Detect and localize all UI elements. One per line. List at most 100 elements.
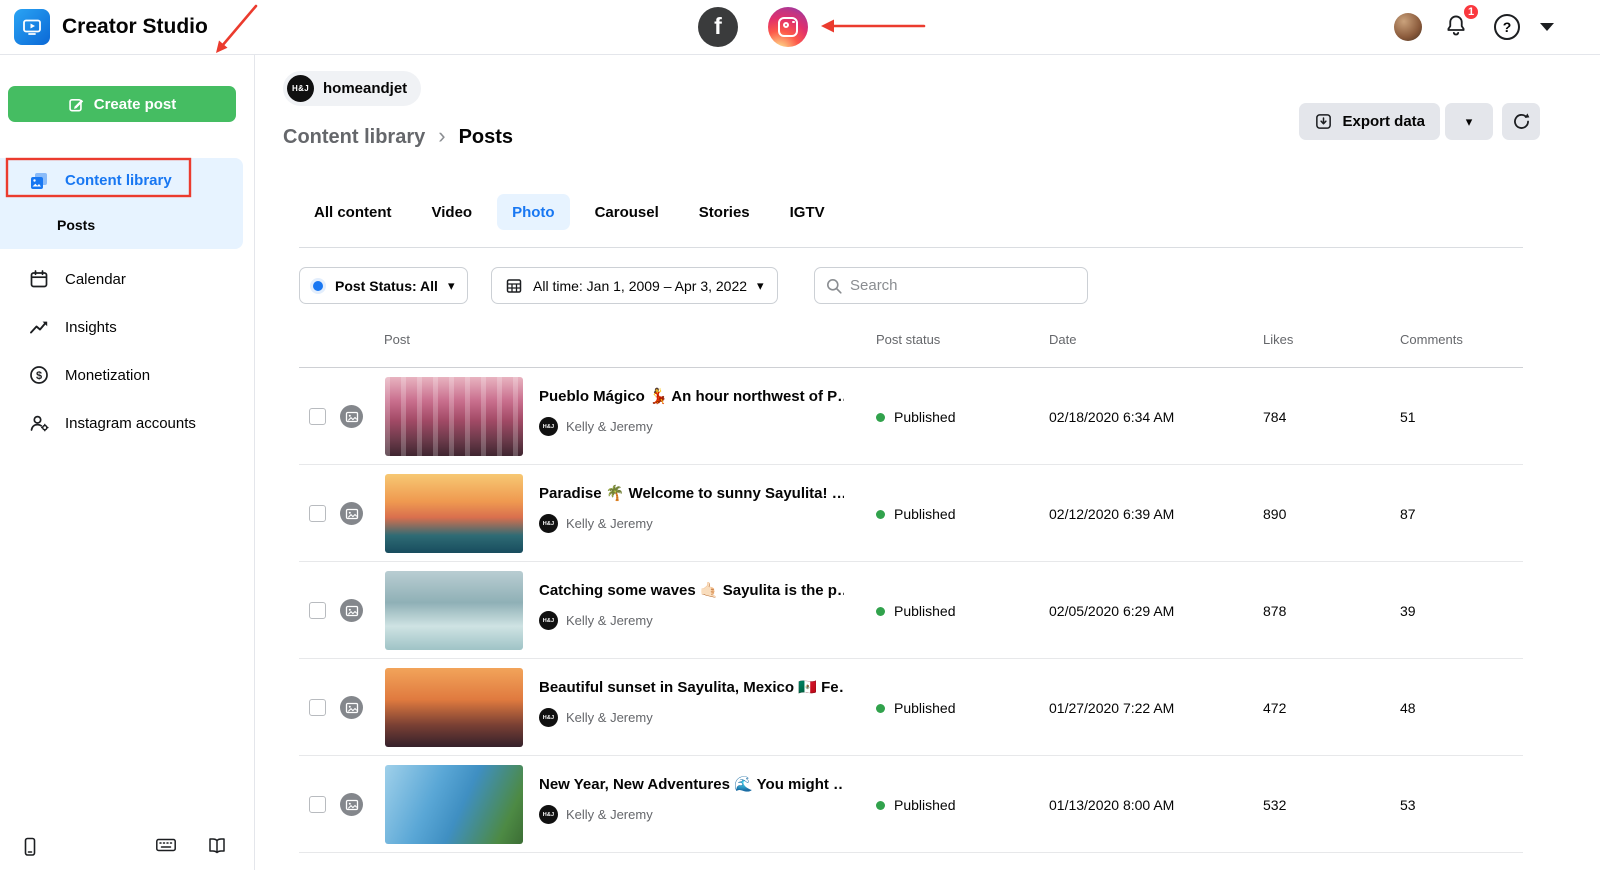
content-type-tabs: All content Video Photo Carousel Stories… <box>299 194 840 230</box>
download-icon <box>1316 114 1332 129</box>
sidebar-nav: Calendar Insights $ Monetization Instagr… <box>0 255 255 447</box>
sidebar-item-monetization[interactable]: $ Monetization <box>0 351 255 399</box>
table-header: Post Post status Date Likes Comments <box>299 332 1523 352</box>
brand[interactable]: Creator Studio <box>14 9 208 45</box>
post-date: 01/27/2020 7:22 AM <box>1049 700 1175 716</box>
author-name: Kelly & Jeremy <box>566 710 653 725</box>
author-avatar: H&J <box>539 514 558 533</box>
column-date: Date <box>1049 332 1077 347</box>
keyboard-icon[interactable] <box>155 836 177 854</box>
instagram-accounts-label: Instagram accounts <box>65 414 196 432</box>
author-avatar: H&J <box>539 417 558 436</box>
profile-avatar[interactable] <box>1394 13 1422 41</box>
instagram-accounts-icon <box>30 415 49 432</box>
refresh-button[interactable] <box>1502 103 1540 140</box>
breadcrumb-parent[interactable]: Content library <box>283 126 425 149</box>
tab-igtv[interactable]: IGTV <box>775 194 840 230</box>
date-range-label: All time: Jan 1, 2009 – Apr 3, 2022 <box>533 277 748 294</box>
calendar-icon <box>30 270 48 288</box>
post-title[interactable]: Pueblo Mágico 💃 An hour northwest of P… <box>539 387 844 405</box>
export-data-button[interactable]: Export data <box>1299 103 1440 140</box>
facebook-tab[interactable]: f <box>698 7 738 47</box>
post-author: H&J Kelly & Jeremy <box>539 805 859 824</box>
author-name: Kelly & Jeremy <box>566 613 653 628</box>
account-name: homeandjet <box>323 80 408 97</box>
account-menu-button[interactable] <box>1540 23 1554 31</box>
post-likes: 472 <box>1263 700 1287 716</box>
post-status: Published <box>876 409 956 425</box>
question-mark-icon: ? <box>1502 19 1512 35</box>
compose-icon <box>69 98 83 111</box>
photo-post-icon <box>340 696 363 719</box>
post-title-cell: Pueblo Mágico 💃 An hour northwest of P… … <box>539 387 859 436</box>
author-avatar: H&J <box>539 805 558 824</box>
photo-post-icon <box>340 405 363 428</box>
sidebar-item-posts[interactable]: Posts <box>0 203 243 247</box>
post-thumbnail[interactable] <box>385 377 523 456</box>
sidebar-item-insights[interactable]: Insights <box>0 303 255 351</box>
create-post-label: Create post <box>93 95 177 113</box>
tab-video[interactable]: Video <box>417 194 488 230</box>
post-date: 02/05/2020 6:29 AM <box>1049 603 1175 619</box>
post-likes: 532 <box>1263 797 1287 813</box>
instagram-tab[interactable] <box>768 7 808 47</box>
content-library-icon <box>31 172 47 189</box>
post-comments: 51 <box>1400 409 1416 425</box>
post-status-filter[interactable]: Post Status: All ▾ <box>299 267 469 304</box>
sidebar-item-content-library[interactable]: Content library <box>0 158 243 203</box>
content-library-label: Content library <box>65 172 172 189</box>
tab-photo[interactable]: Photo <box>497 194 570 230</box>
post-likes: 784 <box>1263 409 1287 425</box>
post-title[interactable]: Beautiful sunset in Sayulita, Mexico 🇲🇽 … <box>539 678 844 696</box>
breadcrumb: Content library › Posts <box>283 123 514 149</box>
calendar-label: Calendar <box>65 270 126 288</box>
create-post-button[interactable]: Create post <box>8 86 236 122</box>
post-comments: 87 <box>1400 506 1416 522</box>
export-options-button[interactable]: ▾ <box>1445 103 1493 140</box>
sidebar-item-instagram-accounts[interactable]: Instagram accounts <box>0 399 255 447</box>
post-thumbnail[interactable] <box>385 474 523 553</box>
column-likes: Likes <box>1263 332 1294 347</box>
post-thumbnail[interactable] <box>385 668 523 747</box>
tab-carousel[interactable]: Carousel <box>580 194 674 230</box>
header-actions: Export data ▾ <box>1299 103 1540 140</box>
help-button[interactable]: ? <box>1494 14 1520 40</box>
mobile-icon[interactable] <box>20 836 40 858</box>
post-title-cell: Beautiful sunset in Sayulita, Mexico 🇲🇽 … <box>539 678 859 727</box>
page-title: Posts <box>458 126 514 148</box>
row-checkbox[interactable] <box>309 699 326 716</box>
search-icon <box>827 278 842 294</box>
book-icon[interactable] <box>207 836 227 856</box>
date-range-filter[interactable]: All time: Jan 1, 2009 – Apr 3, 2022 ▾ <box>491 267 778 304</box>
post-author: H&J Kelly & Jeremy <box>539 611 859 630</box>
search-box[interactable] <box>814 267 1088 304</box>
post-title[interactable]: Paradise 🌴 Welcome to sunny Sayulita! … <box>539 484 844 502</box>
post-likes: 890 <box>1263 506 1287 522</box>
notifications-button[interactable]: 1 <box>1443 3 1480 41</box>
table-row: Pueblo Mágico 💃 An hour northwest of P… … <box>299 368 1523 465</box>
published-dot-icon <box>876 606 885 616</box>
account-chip[interactable]: H&J homeandjet <box>283 71 422 106</box>
column-post-status: Post status <box>876 332 941 347</box>
insights-icon <box>30 321 48 334</box>
sidebar: Create post Content library Posts Calend… <box>0 55 255 870</box>
tab-stories[interactable]: Stories <box>684 194 765 230</box>
author-avatar: H&J <box>539 611 558 630</box>
post-title[interactable]: Catching some waves 🤙🏻 Sayulita is the p… <box>539 581 844 599</box>
sidebar-item-calendar[interactable]: Calendar <box>0 255 255 303</box>
post-status: Published <box>876 797 956 813</box>
row-checkbox[interactable] <box>309 408 326 425</box>
post-thumbnail[interactable] <box>385 765 523 844</box>
row-checkbox[interactable] <box>309 505 326 522</box>
row-checkbox[interactable] <box>309 602 326 619</box>
filter-dot-icon <box>313 280 323 291</box>
post-thumbnail[interactable] <box>385 571 523 650</box>
search-input[interactable] <box>850 277 1077 294</box>
row-checkbox[interactable] <box>309 796 326 813</box>
post-date: 02/12/2020 6:39 AM <box>1049 506 1175 522</box>
post-title[interactable]: New Year, New Adventures 🌊 You might … <box>539 775 844 793</box>
post-status: Published <box>876 700 956 716</box>
notification-badge: 1 <box>1462 3 1480 21</box>
refresh-icon <box>1513 113 1529 129</box>
tab-all-content[interactable]: All content <box>299 194 407 230</box>
